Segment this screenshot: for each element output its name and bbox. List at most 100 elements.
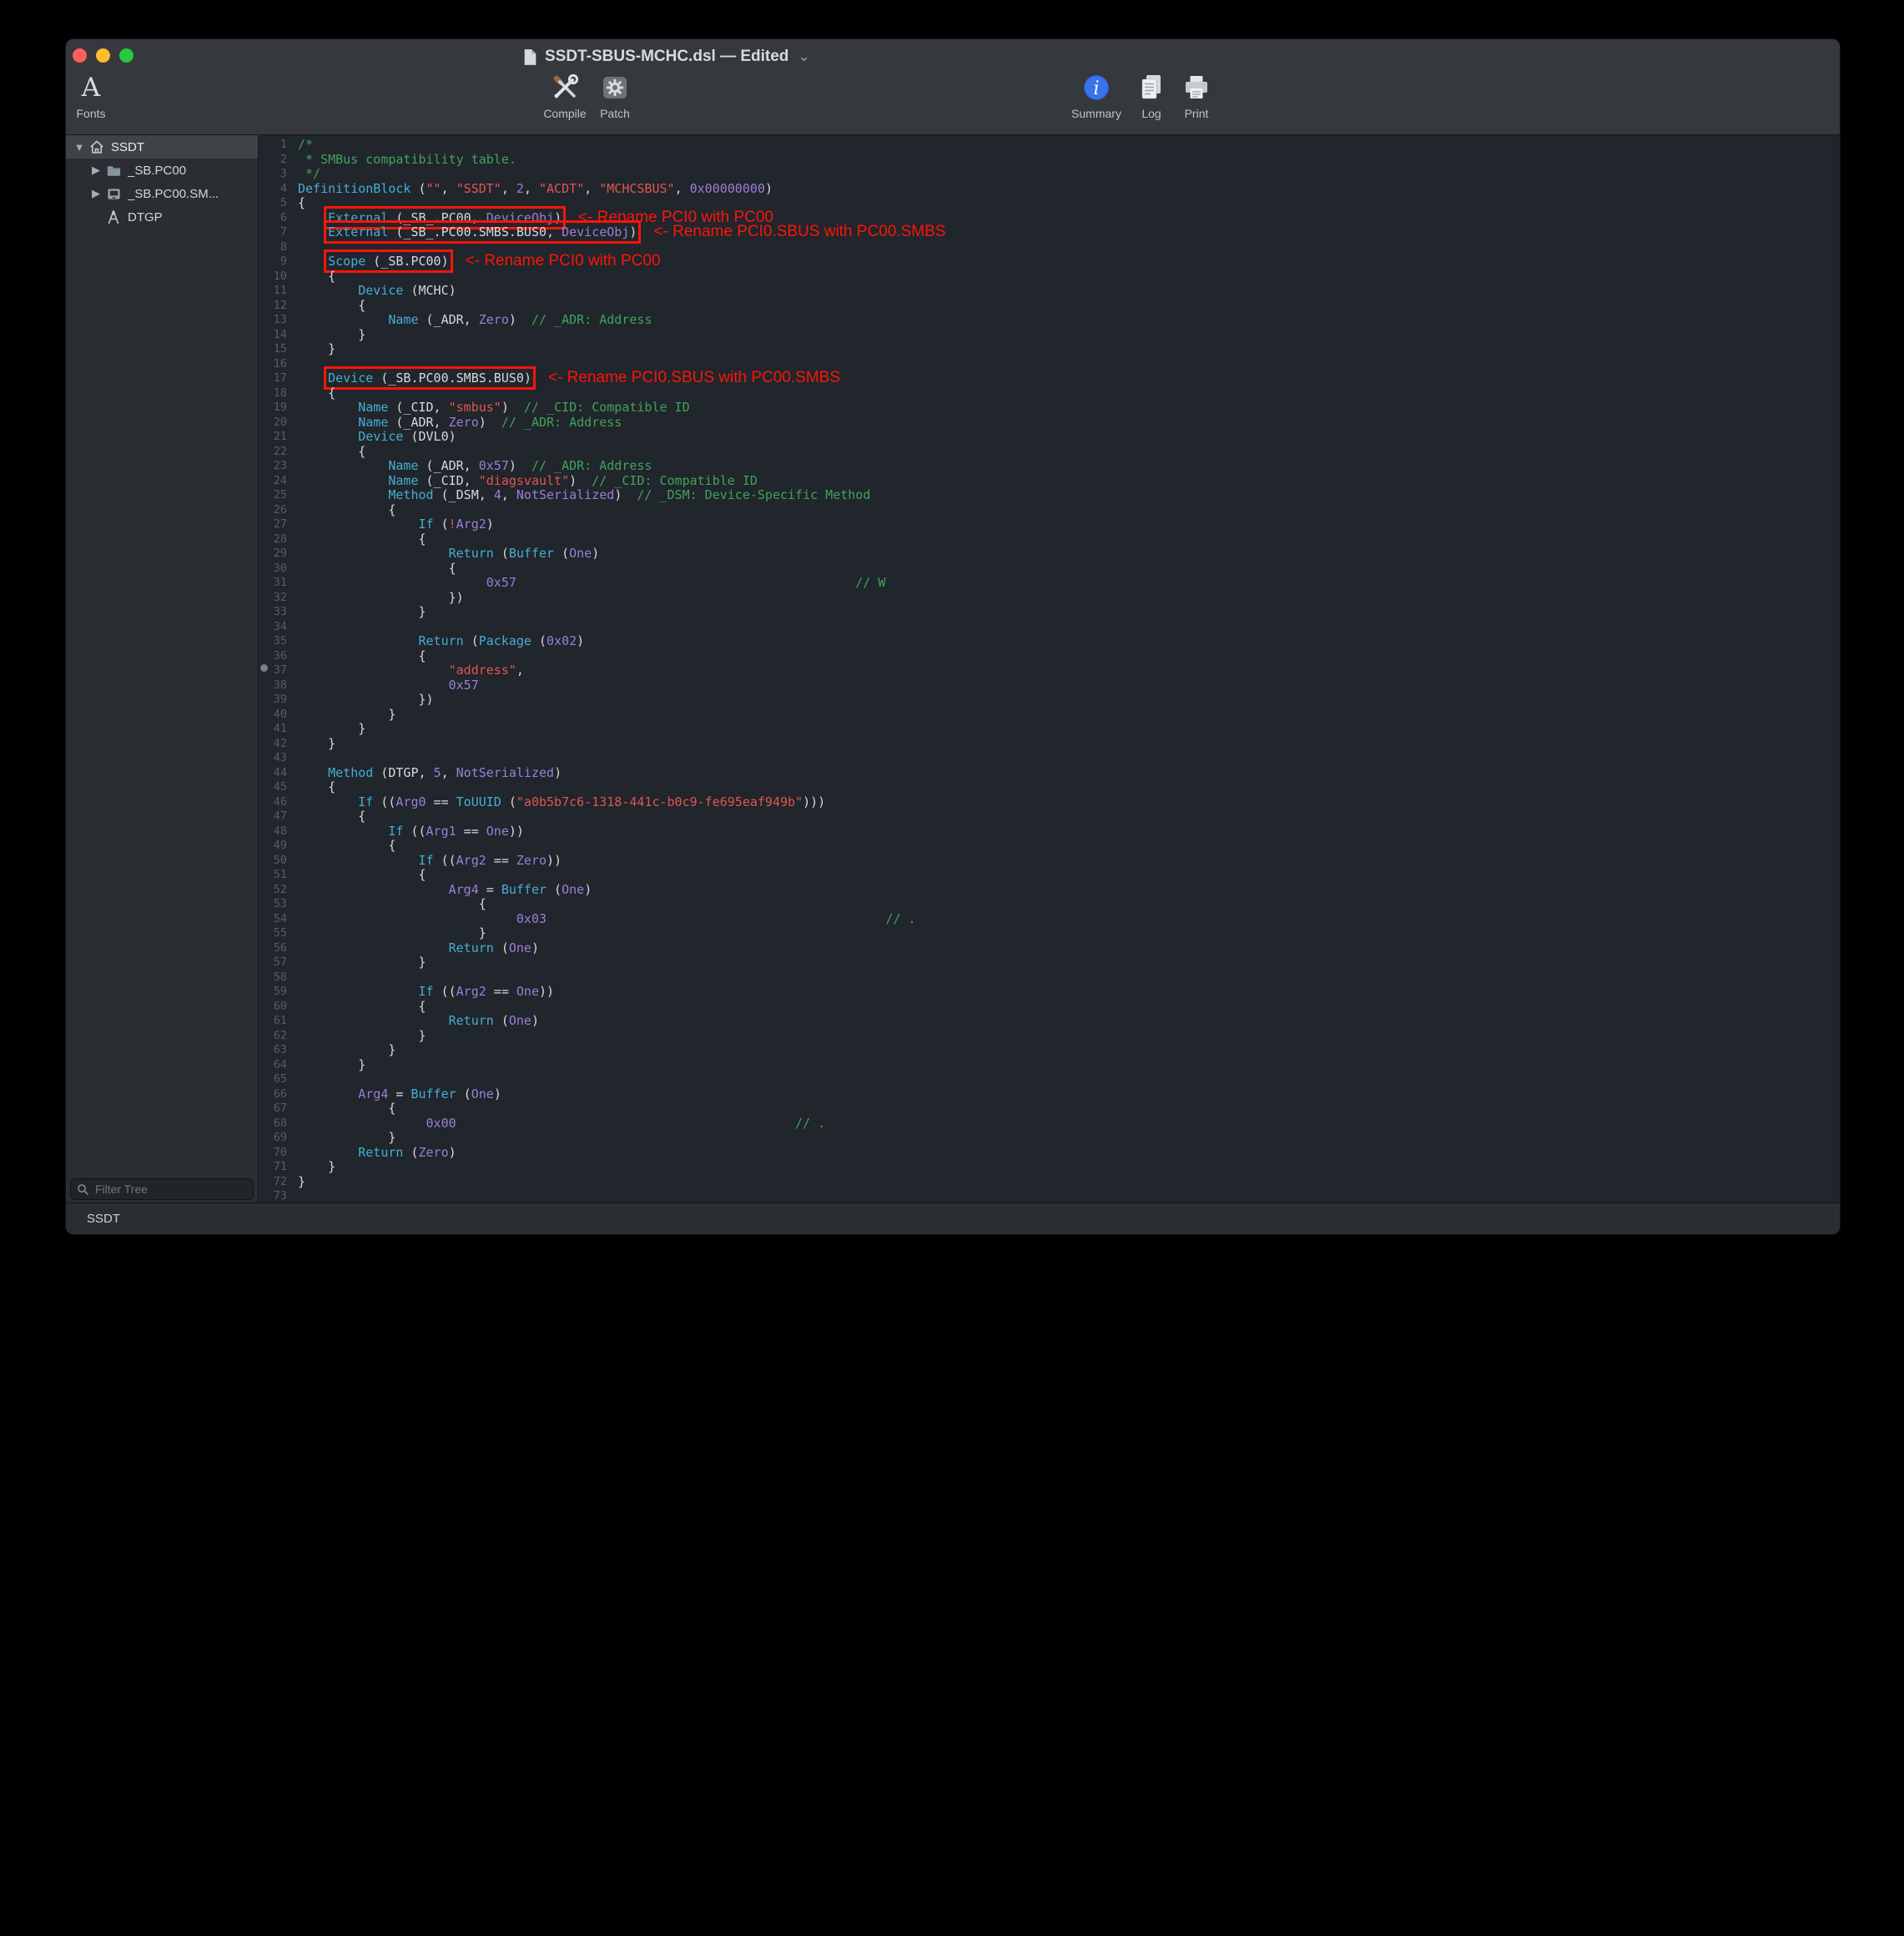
sidebar-item-dtgp[interactable]: DTGP [66, 205, 258, 229]
code-line[interactable]: 14 } [259, 328, 1840, 343]
line-number: 71 [259, 1160, 298, 1175]
code-editor[interactable]: 1/*2 * SMBus compatibility table.3 */4De… [259, 135, 1840, 1202]
code-line[interactable]: 28 { [259, 532, 1840, 547]
disclosure-open-icon[interactable]: ▼ [71, 141, 88, 154]
code-line[interactable]: 3 */ [259, 167, 1840, 182]
code-line[interactable]: 40 } [259, 708, 1840, 723]
code-line[interactable]: 32 }) [259, 591, 1840, 606]
code-line[interactable]: 57 } [259, 955, 1840, 971]
code-line[interactable]: 1/* [259, 138, 1840, 153]
code-text: Method (DTGP, 5, NotSerialized) [298, 766, 562, 781]
code-line[interactable]: 67 { [259, 1102, 1840, 1117]
code-line[interactable]: 12 { [259, 299, 1840, 314]
code-line[interactable]: 43 [259, 751, 1840, 766]
code-line[interactable]: 72} [259, 1175, 1840, 1190]
code-line[interactable]: 20 Name (_ADR, Zero) // _ADR: Address [259, 416, 1840, 431]
code-line[interactable]: 21 Device (DVL0) [259, 430, 1840, 445]
code-line[interactable]: 30 { [259, 562, 1840, 577]
code-text: Return (Zero) [298, 1146, 456, 1161]
patch-button[interactable]: Patch [580, 73, 650, 120]
code-text: { [298, 780, 335, 795]
code-line[interactable]: 5{ [259, 196, 1840, 211]
code-line[interactable]: 19 Name (_CID, "smbus") // _CID: Compati… [259, 401, 1840, 416]
code-line[interactable]: 60 { [259, 1000, 1840, 1015]
line-number: 16 [259, 357, 298, 372]
code-line[interactable]: 18 { [259, 386, 1840, 401]
code-line[interactable]: 6 External (_SB_.PC00, DeviceObj)<- Rena… [259, 211, 1840, 226]
code-line[interactable]: 27 If (!Arg2) [259, 517, 1840, 532]
code-line[interactable]: 16 [259, 357, 1840, 372]
code-line[interactable]: 64 } [259, 1058, 1840, 1073]
code-line[interactable]: 47 { [259, 809, 1840, 824]
code-line[interactable]: 24 Name (_CID, "diagsvault") // _CID: Co… [259, 474, 1840, 489]
code-line[interactable]: 62 } [259, 1029, 1840, 1044]
sidebar-item-sb-pc00[interactable]: ▶_SB.PC00 [66, 159, 258, 182]
code-line[interactable]: 70 Return (Zero) [259, 1146, 1840, 1161]
code-line[interactable]: 71 } [259, 1160, 1840, 1175]
code-line[interactable]: 41 } [259, 722, 1840, 737]
code-line[interactable]: 53 { [259, 897, 1840, 912]
sidebar-item-sb-pc00-sm[interactable]: ▶_SB.PC00.SM... [66, 182, 258, 205]
code-line[interactable]: 36 { [259, 649, 1840, 664]
title-chevron-icon[interactable]: ⌄ [798, 48, 809, 65]
code-line[interactable]: 55 } [259, 926, 1840, 941]
sidebar-item-ssdt[interactable]: ▼SSDT [66, 135, 258, 159]
app-window: SSDT-SBUS-MCHC.dsl — Edited ⌄ A Fonts Co… [65, 38, 1841, 1235]
code-line[interactable]: 35 Return (Package (0x02) [259, 634, 1840, 649]
code-line[interactable]: 42 } [259, 737, 1840, 752]
code-line[interactable]: 50 If ((Arg2 == Zero)) [259, 854, 1840, 869]
filter-tree-field[interactable] [70, 1178, 254, 1200]
code-line[interactable]: 63 } [259, 1043, 1840, 1058]
code-line[interactable]: 46 If ((Arg0 == ToUUID ("a0b5b7c6-1318-4… [259, 795, 1840, 810]
minimize-button[interactable] [96, 48, 110, 63]
code-line[interactable]: 23 Name (_ADR, 0x57) // _ADR: Address [259, 459, 1840, 474]
print-button[interactable]: Print [1161, 73, 1232, 120]
code-line[interactable]: 58 [259, 971, 1840, 986]
code-line[interactable]: 69 } [259, 1131, 1840, 1146]
close-button[interactable] [73, 48, 87, 63]
code-text: If ((Arg2 == Zero)) [298, 854, 562, 869]
code-line[interactable]: 54 0x03 // . [259, 912, 1840, 927]
code-line[interactable]: 48 If ((Arg1 == One)) [259, 824, 1840, 839]
code-line[interactable]: 17 Device (_SB.PC00.SMBS.BUS0)<- Rename … [259, 371, 1840, 386]
code-line[interactable]: 38 0x57 [259, 678, 1840, 693]
code-text: { [298, 562, 456, 577]
code-text: { [298, 270, 335, 285]
disclosure-closed-icon[interactable]: ▶ [88, 187, 104, 200]
patch-highlight-box: External (_SB_.PC00, DeviceObj) [328, 210, 562, 225]
code-line[interactable]: 22 { [259, 445, 1840, 460]
code-line[interactable]: 37 "address", [259, 663, 1840, 678]
code-line[interactable]: 31 0x57 // W [259, 576, 1840, 591]
code-line[interactable]: 25 Method (_DSM, 4, NotSerialized) // _D… [259, 488, 1840, 503]
code-line[interactable]: 33 } [259, 605, 1840, 620]
code-line[interactable]: 39 }) [259, 693, 1840, 708]
code-line[interactable]: 2 * SMBus compatibility table. [259, 153, 1840, 168]
code-line[interactable]: 73 [259, 1189, 1840, 1202]
filter-tree-input[interactable] [93, 1182, 247, 1197]
disclosure-closed-icon[interactable]: ▶ [88, 164, 104, 177]
code-line[interactable]: 13 Name (_ADR, Zero) // _ADR: Address [259, 313, 1840, 328]
code-line[interactable]: 52 Arg4 = Buffer (One) [259, 883, 1840, 898]
code-line[interactable]: 7 External (_SB_.PC00.SMBS.BUS0, DeviceO… [259, 225, 1840, 240]
code-line[interactable]: 45 { [259, 780, 1840, 795]
code-line[interactable]: 15 } [259, 342, 1840, 357]
code-line[interactable]: 59 If ((Arg2 == One)) [259, 985, 1840, 1000]
code-line[interactable]: 65 [259, 1072, 1840, 1087]
code-line[interactable]: 61 Return (One) [259, 1014, 1840, 1029]
code-line[interactable]: 51 { [259, 868, 1840, 883]
code-line[interactable]: 44 Method (DTGP, 5, NotSerialized) [259, 766, 1840, 781]
code-line[interactable]: 29 Return (Buffer (One) [259, 547, 1840, 562]
code-line[interactable]: 49 { [259, 839, 1840, 854]
zoom-button[interactable] [119, 48, 133, 63]
code-line[interactable]: 66 Arg4 = Buffer (One) [259, 1087, 1840, 1102]
code-line[interactable]: 56 Return (One) [259, 941, 1840, 956]
code-line[interactable]: 10 { [259, 270, 1840, 285]
code-line[interactable]: 9 Scope (_SB.PC00)<- Rename PCI0 with PC… [259, 255, 1840, 270]
code-line[interactable]: 4DefinitionBlock ("", "SSDT", 2, "ACDT",… [259, 182, 1840, 197]
code-line[interactable]: 68 0x00 // . [259, 1117, 1840, 1132]
line-number: 60 [259, 1000, 298, 1015]
fonts-button[interactable]: A Fonts [65, 73, 126, 120]
code-line[interactable]: 26 { [259, 503, 1840, 518]
code-line[interactable]: 11 Device (MCHC) [259, 284, 1840, 299]
code-line[interactable]: 34 [259, 620, 1840, 635]
